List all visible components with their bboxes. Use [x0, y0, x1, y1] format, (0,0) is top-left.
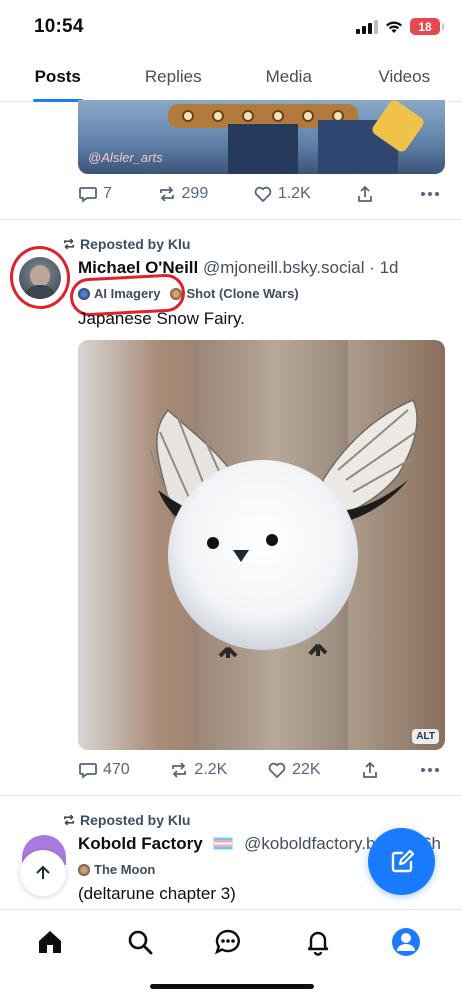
share-button[interactable] [360, 760, 380, 780]
reply-count: 470 [103, 761, 130, 778]
scroll-to-top-button[interactable] [20, 850, 66, 896]
tab-replies[interactable]: Replies [116, 56, 232, 101]
post-author[interactable]: Kobold Factory @koboldfactory.b [78, 834, 375, 854]
label-text: The Moon [94, 862, 156, 877]
nav-home[interactable] [34, 926, 66, 958]
wifi-icon [386, 21, 402, 33]
post-text: (deltarune chapter 3) [78, 884, 236, 903]
like-count: 22K [292, 761, 321, 778]
bird-image [149, 399, 418, 658]
label-avatar-icon [78, 287, 90, 300]
status-bar: 10:54 18 [0, 0, 462, 56]
repost-indicator[interactable]: Reposted by Klu [62, 812, 190, 828]
alt-badge[interactable]: ALT [412, 729, 439, 744]
repost-icon [63, 814, 75, 826]
content-labels: The Moon [78, 862, 155, 877]
post-divider [0, 219, 462, 220]
author-name[interactable]: Michael O'Neill [78, 258, 198, 277]
compose-icon [391, 849, 414, 872]
post-image[interactable]: @Alsler_arts [78, 100, 445, 174]
home-icon [39, 931, 61, 953]
repost-text: Reposted by Klu [80, 812, 191, 828]
repost-button[interactable]: 299 [157, 184, 209, 204]
content-labels: AI Imagery Shot (Clone Wars) [78, 286, 299, 301]
post-divider [0, 795, 462, 796]
repost-icon [63, 238, 75, 250]
post-actions: 470 2.2K 22K [78, 758, 440, 782]
label-the-moon[interactable]: The Moon [78, 862, 155, 877]
reply-button[interactable]: 7 [78, 184, 112, 204]
reply-icon [79, 187, 97, 203]
like-button[interactable]: 1.2K [253, 184, 311, 204]
repost-count: 299 [181, 185, 209, 202]
avatar[interactable] [19, 257, 61, 299]
share-icon [358, 185, 373, 202]
label-ai-imagery[interactable]: AI Imagery [78, 286, 160, 301]
label-shot[interactable]: Shot (Clone Wars) [170, 286, 299, 301]
home-indicator [150, 984, 314, 989]
more-button[interactable] [420, 760, 440, 780]
post-author[interactable]: Michael O'Neill @mjoneill.bsky.social · … [78, 258, 399, 278]
more-icon [420, 192, 439, 196]
bell-icon [307, 931, 329, 956]
post-text: Japanese Snow Fairy. [78, 309, 245, 328]
nav-search[interactable] [124, 926, 156, 958]
battery-icon: 18 [410, 18, 444, 35]
tab-media[interactable]: Media [231, 56, 347, 101]
author-handle: @mjoneill.bsky.social · 1d [202, 258, 399, 277]
compose-button[interactable] [368, 828, 435, 895]
image-signature: @Alsler_arts [88, 150, 163, 165]
label-avatar-icon [170, 287, 183, 300]
share-icon [363, 761, 378, 778]
arrow-up-icon [36, 865, 50, 879]
more-button[interactable] [420, 184, 440, 204]
reply-button[interactable]: 470 [78, 760, 130, 780]
heart-icon [268, 762, 286, 779]
post-actions: 7 299 1.2K [78, 182, 440, 206]
reply-count: 7 [103, 185, 112, 202]
like-count: 1.2K [277, 185, 311, 202]
repost-text: Reposted by Klu [80, 236, 191, 252]
like-button[interactable]: 22K [267, 760, 321, 780]
repost-count: 2.2K [194, 761, 228, 778]
reply-icon [79, 763, 97, 779]
share-button[interactable] [355, 184, 375, 204]
signal-icon [356, 19, 378, 34]
profile-tabs: Posts Replies Media Videos [0, 56, 462, 102]
label-text: Shot (Clone Wars) [186, 286, 299, 301]
trans-flag-icon [213, 837, 234, 850]
more-icon [420, 768, 439, 772]
repost-button[interactable]: 2.2K [169, 760, 227, 780]
status-indicators: 18 [356, 18, 444, 35]
repost-indicator[interactable]: Reposted by Klu [62, 236, 190, 252]
nav-notifications[interactable] [302, 926, 334, 958]
repost-icon [159, 186, 174, 202]
label-text: AI Imagery [94, 286, 161, 301]
search-icon [128, 930, 153, 955]
tab-videos[interactable]: Videos [347, 56, 462, 101]
chat-icon [214, 929, 240, 955]
profile-icon [392, 928, 420, 956]
status-time: 10:54 [34, 16, 84, 37]
nav-profile[interactable] [390, 926, 422, 958]
post-image[interactable]: ALT [78, 340, 445, 750]
author-handle: @koboldfactory.b [244, 834, 376, 853]
tab-posts[interactable]: Posts [0, 56, 116, 102]
label-avatar-icon [78, 863, 90, 876]
author-name[interactable]: Kobold Factory [78, 834, 203, 853]
nav-chat[interactable] [212, 926, 244, 958]
repost-icon [172, 762, 187, 778]
heart-icon [254, 186, 272, 203]
